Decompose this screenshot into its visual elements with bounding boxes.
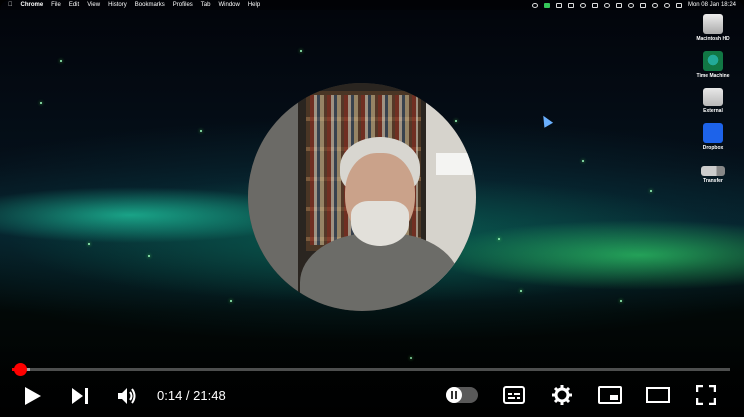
- dropbox-icon: [703, 123, 723, 143]
- desktop-icon-macintosh-hd[interactable]: Macintosh HD: [696, 14, 730, 42]
- menu-extra-icon[interactable]: [555, 2, 562, 8]
- desktop-icon-dropbox[interactable]: Dropbox: [702, 123, 724, 151]
- brightness-icon[interactable]: [627, 2, 634, 8]
- menu-edit[interactable]: Edit: [69, 2, 79, 8]
- webcam-bubble: [248, 83, 476, 311]
- menu-profiles[interactable]: Profiles: [173, 2, 193, 8]
- menubar-clock[interactable]: Mon 08 Jan 18:24: [688, 2, 736, 8]
- wifi-icon[interactable]: [639, 2, 646, 8]
- desktop-icon-transfer[interactable]: Transfer: [701, 160, 725, 184]
- menu-extra-icon[interactable]: [579, 2, 586, 8]
- mouse-pointer-icon: [538, 113, 554, 128]
- status-icon[interactable]: [531, 2, 538, 8]
- menu-extra-icon[interactable]: [591, 2, 598, 8]
- desktop-icon-time-machine[interactable]: Time Machine: [696, 51, 730, 79]
- play-icon[interactable]: [24, 386, 42, 406]
- time-display: 0:14 / 21:48: [157, 388, 226, 403]
- subtitles-icon[interactable]: [503, 386, 525, 404]
- desktop-icon-label: External: [703, 108, 723, 114]
- desktop-icon-label: Dropbox: [702, 145, 724, 151]
- menu-history[interactable]: History: [108, 2, 127, 8]
- settings-icon[interactable]: [552, 385, 572, 405]
- autoplay-toggle[interactable]: [446, 387, 478, 403]
- desktop-icons: Macintosh HD Time Machine External Dropb…: [688, 14, 738, 193]
- menu-extra-icon[interactable]: [567, 2, 574, 8]
- mac-menubar:  Chrome File Edit View History Bookmark…: [0, 0, 744, 10]
- menu-bookmarks[interactable]: Bookmarks: [135, 2, 165, 8]
- theater-icon[interactable]: [646, 387, 670, 403]
- apple-icon[interactable]: : [8, 2, 13, 8]
- camera-icon[interactable]: [543, 2, 550, 8]
- menu-window[interactable]: Window: [218, 2, 239, 8]
- lamp: [436, 153, 472, 175]
- search-icon[interactable]: [663, 2, 670, 8]
- menu-tab[interactable]: Tab: [201, 2, 211, 8]
- desktop-icon-label: Transfer: [703, 178, 723, 184]
- fullscreen-icon[interactable]: [696, 385, 716, 405]
- menu-file[interactable]: File: [51, 2, 61, 8]
- desktop-icon-label: Macintosh HD: [696, 36, 730, 42]
- menu-view[interactable]: View: [87, 2, 100, 8]
- usb-drive-icon: [701, 166, 725, 176]
- screen:  Chrome File Edit View History Bookmark…: [0, 0, 744, 417]
- pause-icon: [446, 387, 462, 403]
- time-machine-icon: [702, 51, 723, 71]
- menu-help[interactable]: Help: [248, 2, 260, 8]
- desktop-icon-label: Time Machine: [696, 73, 730, 79]
- external-drive-icon: [703, 88, 723, 106]
- menu-app-name[interactable]: Chrome: [21, 2, 44, 8]
- volume-icon[interactable]: [117, 386, 137, 406]
- miniplayer-icon[interactable]: [598, 386, 622, 404]
- next-icon[interactable]: [71, 387, 89, 405]
- clock-icon[interactable]: [651, 2, 658, 8]
- battery-icon[interactable]: [615, 2, 622, 8]
- headphones-icon[interactable]: [603, 2, 610, 8]
- progress-bar[interactable]: [12, 363, 730, 376]
- controls-gradient: [0, 337, 744, 417]
- progress-scrubber[interactable]: [13, 363, 27, 376]
- control-center-icon[interactable]: [675, 2, 682, 8]
- desktop-icon-external[interactable]: External: [703, 88, 723, 114]
- hard-drive-icon: [703, 14, 723, 34]
